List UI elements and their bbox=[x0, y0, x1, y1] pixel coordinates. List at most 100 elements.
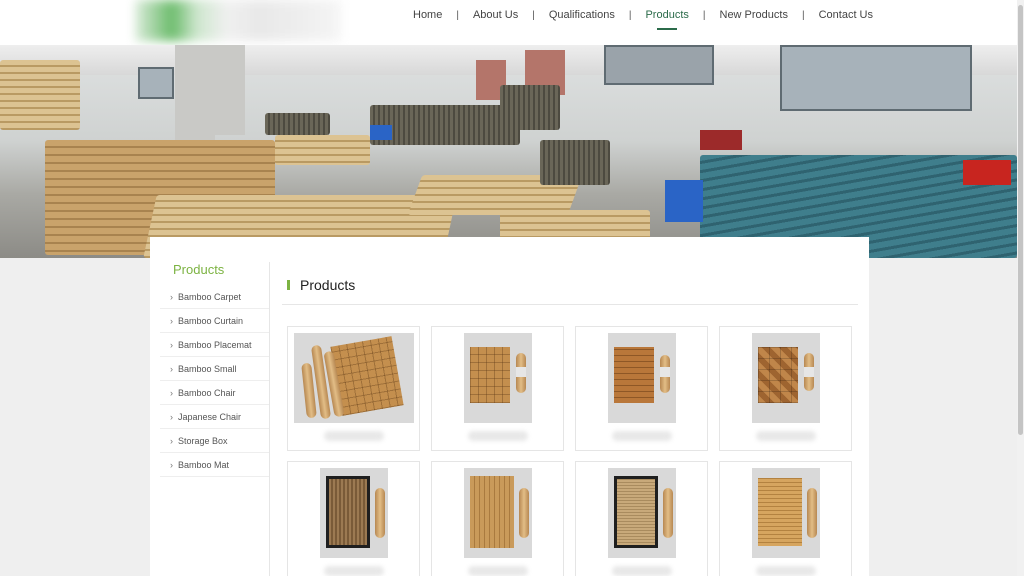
sidebar-item-label: Bamboo Mat bbox=[178, 460, 230, 470]
nav-separator: | bbox=[702, 9, 706, 21]
heading-divider bbox=[282, 304, 858, 305]
product-card[interactable] bbox=[287, 461, 420, 576]
banner-blue-crate bbox=[370, 125, 392, 140]
site-logo[interactable] bbox=[135, 0, 341, 41]
banner-bamboo-stack bbox=[275, 135, 370, 165]
hero-banner[interactable] bbox=[0, 45, 1017, 258]
product-caption bbox=[756, 566, 816, 576]
product-image-mat bbox=[758, 347, 798, 403]
product-card[interactable] bbox=[431, 326, 564, 451]
product-image bbox=[752, 333, 820, 423]
nav-contact-us[interactable]: Contact Us bbox=[811, 0, 881, 30]
section-title: Products bbox=[300, 277, 356, 293]
banner-loom bbox=[500, 85, 560, 130]
nav-home[interactable]: Home bbox=[405, 0, 450, 30]
banner-blue-crate bbox=[665, 180, 703, 222]
product-caption bbox=[324, 431, 384, 441]
nav-about-us[interactable]: About Us bbox=[465, 0, 526, 30]
nav-new-products[interactable]: New Products bbox=[712, 0, 796, 30]
banner-pillar bbox=[215, 45, 245, 135]
sidebar-item-label: Bamboo Small bbox=[178, 364, 237, 374]
product-card[interactable] bbox=[575, 461, 708, 576]
banner-machine bbox=[370, 105, 520, 145]
chevron-right-icon: › bbox=[170, 364, 173, 374]
chevron-right-icon: › bbox=[170, 292, 173, 302]
nav-qualifications[interactable]: Qualifications bbox=[541, 0, 623, 30]
banner-bamboo-stack bbox=[500, 210, 650, 240]
product-image-mat bbox=[614, 476, 658, 548]
product-image bbox=[464, 333, 532, 423]
nav-separator: | bbox=[628, 9, 632, 21]
product-image-roll bbox=[375, 488, 385, 538]
site-header: Home | About Us | Qualifications | Produ… bbox=[0, 0, 1017, 45]
main-nav: Home | About Us | Qualifications | Produ… bbox=[405, 0, 881, 30]
banner-machine bbox=[265, 113, 330, 135]
product-image-mat bbox=[470, 476, 514, 548]
chevron-right-icon: › bbox=[170, 388, 173, 398]
banner-window bbox=[138, 67, 174, 99]
nav-products[interactable]: Products bbox=[637, 0, 696, 30]
product-image bbox=[294, 333, 414, 423]
product-image-mat bbox=[614, 347, 654, 403]
sidebar-item-label: Bamboo Placemat bbox=[178, 340, 252, 350]
sidebar-item-japanese-chair[interactable]: › Japanese Chair bbox=[160, 405, 270, 429]
product-caption bbox=[468, 566, 528, 576]
nav-separator: | bbox=[532, 9, 535, 21]
product-image bbox=[752, 468, 820, 558]
sidebar-item-storage-box[interactable]: › Storage Box bbox=[160, 429, 270, 453]
product-card[interactable] bbox=[431, 461, 564, 576]
product-card[interactable] bbox=[287, 326, 420, 451]
banner-machine bbox=[540, 140, 610, 185]
product-caption bbox=[612, 431, 672, 441]
sidebar-item-label: Storage Box bbox=[178, 436, 228, 446]
banner-chair bbox=[700, 130, 742, 150]
product-image-mat bbox=[758, 478, 802, 546]
product-caption bbox=[612, 566, 672, 576]
product-image bbox=[464, 468, 532, 558]
product-card[interactable] bbox=[575, 326, 708, 451]
sidebar-item-label: Bamboo Carpet bbox=[178, 292, 242, 302]
product-image-mat bbox=[326, 476, 370, 548]
banner-window bbox=[780, 45, 972, 111]
product-image bbox=[320, 468, 388, 558]
page-scrollbar[interactable] bbox=[1017, 0, 1024, 576]
chevron-right-icon: › bbox=[170, 316, 173, 326]
product-image-roll bbox=[519, 488, 529, 538]
chevron-right-icon: › bbox=[170, 412, 173, 422]
product-card[interactable] bbox=[719, 326, 852, 451]
product-image bbox=[608, 468, 676, 558]
sidebar-item-bamboo-curtain[interactable]: › Bamboo Curtain bbox=[160, 309, 270, 333]
product-image-tag bbox=[804, 367, 814, 377]
content-card: Products › Bamboo Carpet › Bamboo Curtain … bbox=[150, 237, 869, 576]
sidebar-item-bamboo-carpet[interactable]: › Bamboo Carpet bbox=[160, 285, 270, 309]
scrollbar-thumb[interactable] bbox=[1018, 5, 1023, 435]
sidebar-item-bamboo-small[interactable]: › Bamboo Small bbox=[160, 357, 270, 381]
product-sidebar: Products › Bamboo Carpet › Bamboo Curtain … bbox=[160, 237, 270, 477]
banner-bamboo-stack bbox=[0, 60, 80, 130]
sidebar-title: Products bbox=[173, 262, 225, 277]
sidebar-item-label: Japanese Chair bbox=[178, 412, 242, 422]
product-image-tag bbox=[516, 367, 526, 377]
nav-separator: | bbox=[456, 9, 459, 21]
sidebar-item-bamboo-placemat[interactable]: › Bamboo Placemat bbox=[160, 333, 270, 357]
banner-door bbox=[604, 45, 714, 85]
product-image bbox=[608, 333, 676, 423]
chevron-right-icon: › bbox=[170, 436, 173, 446]
sidebar-item-label: Bamboo Curtain bbox=[178, 316, 244, 326]
product-image-roll bbox=[807, 488, 817, 538]
product-image-tag bbox=[660, 367, 670, 377]
product-caption bbox=[324, 566, 384, 576]
chevron-right-icon: › bbox=[170, 340, 173, 350]
heading-accent-bar bbox=[287, 280, 290, 290]
product-card[interactable] bbox=[719, 461, 852, 576]
product-caption bbox=[756, 431, 816, 441]
product-caption bbox=[468, 431, 528, 441]
sidebar-item-bamboo-chair[interactable]: › Bamboo Chair bbox=[160, 381, 270, 405]
nav-separator: | bbox=[801, 9, 805, 21]
sidebar-item-bamboo-mat[interactable]: › Bamboo Mat bbox=[160, 453, 270, 477]
sidebar-item-label: Bamboo Chair bbox=[178, 388, 236, 398]
section-heading: Products bbox=[287, 277, 355, 293]
product-image-roll bbox=[663, 488, 673, 538]
chevron-right-icon: › bbox=[170, 460, 173, 470]
product-image-mat bbox=[470, 347, 510, 403]
